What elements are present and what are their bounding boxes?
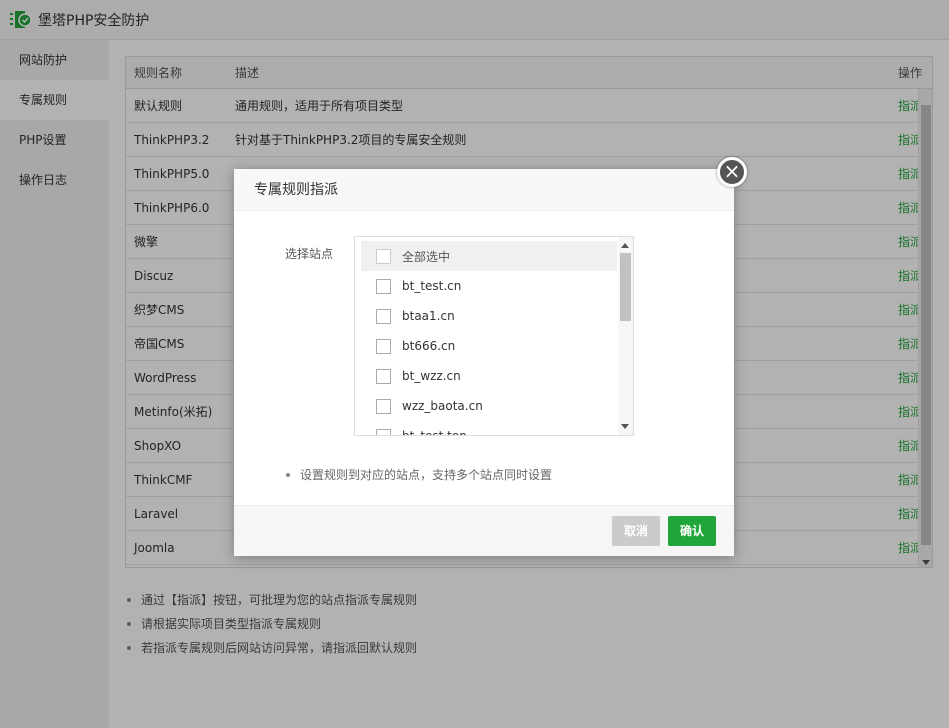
site-label: bt666.cn bbox=[402, 339, 456, 353]
site-option[interactable]: btaa1.cn bbox=[361, 301, 617, 331]
site-list-scrollbar-thumb[interactable] bbox=[620, 253, 631, 321]
site-checkbox[interactable] bbox=[376, 308, 391, 324]
site-label: bt_test.top bbox=[402, 429, 467, 436]
site-checkbox[interactable] bbox=[376, 338, 391, 354]
scroll-down-icon[interactable] bbox=[621, 424, 629, 429]
site-label: bt_test.cn bbox=[402, 279, 462, 293]
site-label: btaa1.cn bbox=[402, 309, 455, 323]
site-checkbox[interactable] bbox=[376, 278, 391, 294]
select-sites-label: 选择站点 bbox=[285, 247, 334, 261]
site-list: 全部选中 bt_test.cn btaa1.cn bt666.cn bt_wzz.cn… bbox=[354, 236, 634, 436]
dialog-footer: 取消 确认 bbox=[234, 505, 734, 556]
scroll-up-icon[interactable] bbox=[621, 243, 629, 248]
site-option[interactable]: bt_test.cn bbox=[361, 271, 617, 301]
site-option[interactable]: bt_wzz.cn bbox=[361, 361, 617, 391]
site-label: bt_wzz.cn bbox=[402, 369, 461, 383]
site-options: bt_test.cn btaa1.cn bt666.cn bt_wzz.cn wzz_b… bbox=[355, 271, 633, 436]
site-list-scrollbar[interactable] bbox=[618, 237, 633, 435]
confirm-button[interactable]: 确认 bbox=[668, 516, 717, 546]
assign-dialog: 专属规则指派 × 选择站点 全部选中 bt_test.cn btaa1.cn bt6… bbox=[234, 157, 747, 556]
site-checkbox[interactable] bbox=[376, 398, 391, 414]
site-label: wzz_baota.cn bbox=[402, 399, 483, 413]
dialog-title: 专属规则指派 bbox=[234, 169, 734, 211]
site-option[interactable]: bt666.cn bbox=[361, 331, 617, 361]
dialog-tip: 设置规则到对应的站点，支持多个站点同时设置 bbox=[285, 468, 553, 482]
site-checkbox[interactable] bbox=[376, 428, 391, 435]
select-all-checkbox[interactable] bbox=[376, 248, 391, 264]
close-icon[interactable]: × bbox=[717, 157, 747, 187]
cancel-button[interactable]: 取消 bbox=[612, 516, 661, 546]
site-option[interactable]: bt_test.top bbox=[361, 421, 617, 436]
site-checkbox[interactable] bbox=[376, 368, 391, 384]
select-all-label: 全部选中 bbox=[402, 249, 451, 264]
select-all-option[interactable]: 全部选中 bbox=[361, 241, 617, 271]
site-option[interactable]: wzz_baota.cn bbox=[361, 391, 617, 421]
